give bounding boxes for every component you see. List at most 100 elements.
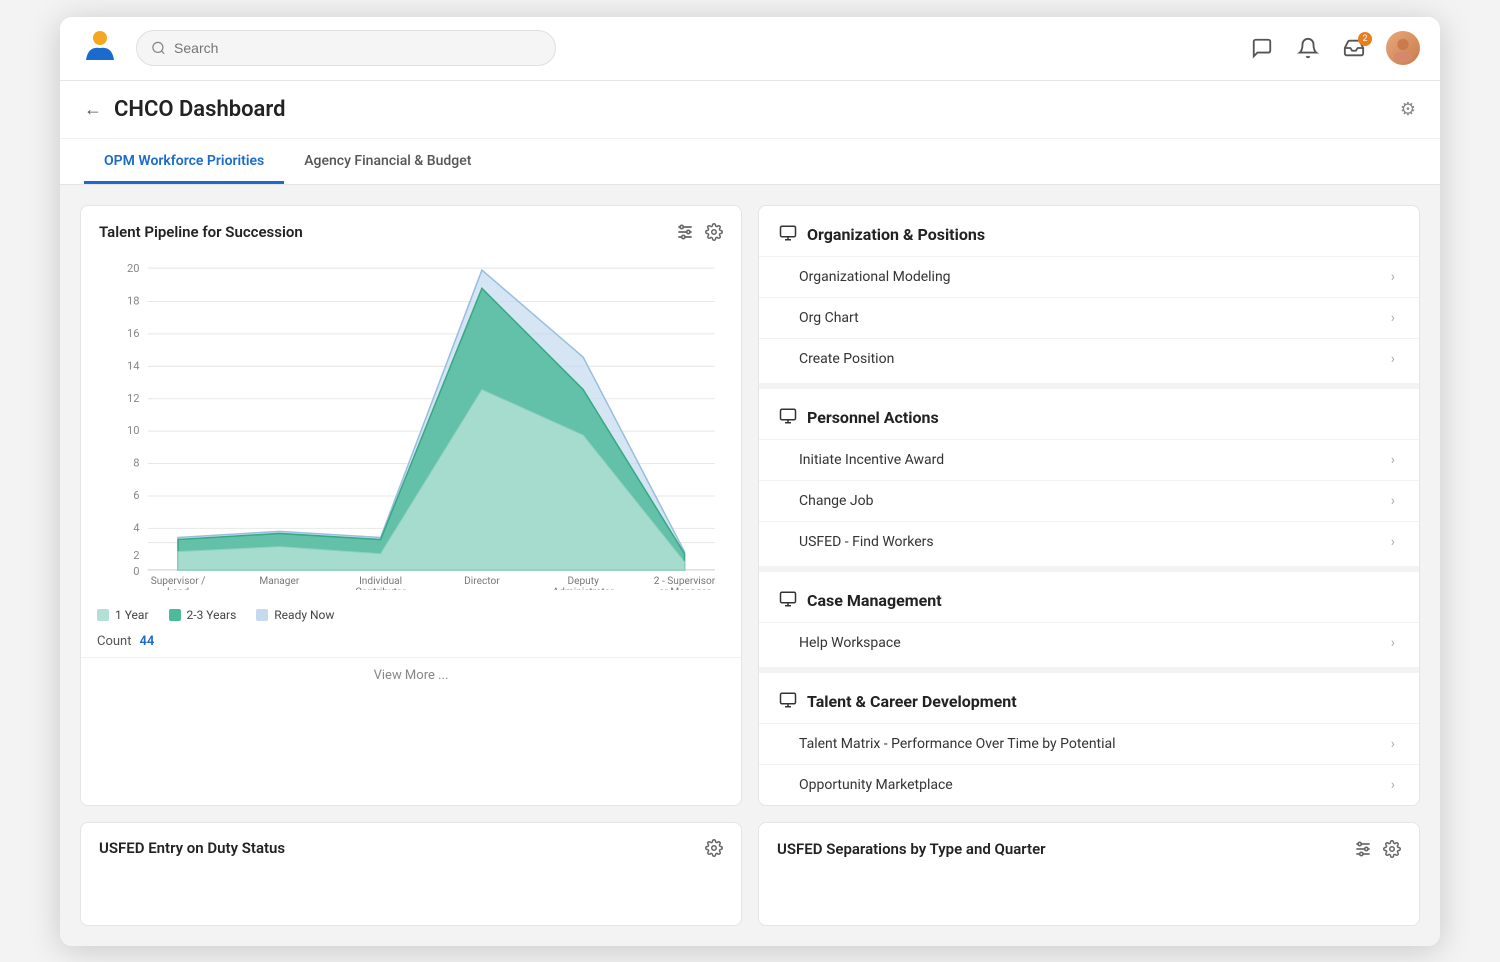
svg-text:8: 8: [133, 456, 139, 469]
inbox-icon-button[interactable]: 2: [1340, 34, 1368, 62]
chevron-right-icon: ›: [1391, 736, 1395, 752]
personnel-actions-title: Personnel Actions: [807, 408, 939, 427]
chevron-right-icon: ›: [1391, 351, 1395, 367]
talent-pipeline-header: Talent Pipeline for Succession: [81, 206, 741, 250]
menu-help-workspace[interactable]: Help Workspace ›: [759, 622, 1419, 663]
chevron-right-icon: ›: [1391, 269, 1395, 285]
menu-org-chart-label: Org Chart: [799, 310, 859, 326]
chevron-right-icon: ›: [1391, 534, 1395, 550]
legend-1year: 1 Year: [97, 608, 149, 622]
tab-agency-financial[interactable]: Agency Financial & Budget: [284, 139, 491, 184]
view-more-button[interactable]: View More ...: [81, 657, 741, 693]
chevron-right-icon: ›: [1391, 452, 1395, 468]
content-area: Talent Pipeline for Succession: [60, 185, 1440, 946]
page-header: ← CHCO Dashboard ⚙: [60, 81, 1440, 139]
usfed-separations-title: USFED Separations by Type and Quarter: [777, 840, 1046, 858]
menu-org-chart[interactable]: Org Chart ›: [759, 297, 1419, 338]
usfed-separations-actions: [1353, 839, 1401, 859]
back-button[interactable]: ←: [84, 99, 102, 120]
org-positions-icon: [779, 224, 797, 246]
svg-text:2: 2: [133, 548, 139, 561]
legend-label-readynow: Ready Now: [274, 608, 334, 622]
svg-text:20: 20: [127, 262, 140, 275]
user-avatar[interactable]: [1386, 31, 1420, 65]
search-bar[interactable]: [136, 30, 556, 66]
svg-text:14: 14: [127, 359, 140, 372]
usfed-entry-gear-icon[interactable]: [705, 839, 723, 857]
svg-text:12: 12: [127, 391, 140, 404]
legend-dot-1year: [97, 609, 109, 621]
usfed-entry-duty-card: USFED Entry on Duty Status: [80, 822, 742, 926]
nav-icons: 2: [1248, 31, 1420, 65]
usfed-entry-actions: [705, 839, 723, 857]
menu-initiate-incentive-award[interactable]: Initiate Incentive Award ›: [759, 439, 1419, 480]
menu-help-workspace-label: Help Workspace: [799, 635, 901, 651]
svg-text:Contributor: Contributor: [355, 587, 406, 590]
search-input[interactable]: [174, 40, 541, 56]
legend-2-3years: 2-3 Years: [169, 608, 237, 622]
org-positions-section-header: Organization & Positions: [759, 206, 1419, 256]
svg-text:Director: Director: [464, 576, 500, 587]
case-management-icon: [779, 590, 797, 612]
top-navigation: 2: [60, 17, 1440, 81]
menu-organizational-modeling[interactable]: Organizational Modeling ›: [759, 256, 1419, 297]
tab-opm-workforce[interactable]: OPM Workforce Priorities: [84, 139, 284, 184]
menu-create-position[interactable]: Create Position ›: [759, 338, 1419, 379]
talent-career-section-header: Talent & Career Development: [759, 667, 1419, 723]
workday-logo[interactable]: [80, 28, 120, 68]
menu-usfed-find-workers[interactable]: USFED - Find Workers ›: [759, 521, 1419, 562]
count-row: Count 44: [81, 630, 741, 657]
usfed-entry-title: USFED Entry on Duty Status: [99, 839, 285, 857]
svg-text:Manager: Manager: [259, 576, 299, 587]
svg-text:2 - Supervisor: 2 - Supervisor: [654, 576, 716, 587]
chart-settings-icon[interactable]: [675, 222, 695, 242]
menu-create-position-label: Create Position: [799, 351, 894, 367]
svg-text:0: 0: [133, 564, 139, 577]
svg-text:Administrator: Administrator: [553, 587, 615, 590]
menu-change-job[interactable]: Change Job ›: [759, 480, 1419, 521]
sep-gear-icon[interactable]: [1383, 840, 1401, 858]
chart-legend: 1 Year 2-3 Years Ready Now: [81, 600, 741, 630]
svg-text:Individual: Individual: [359, 576, 402, 587]
right-panel: Organization & Positions Organizational …: [758, 205, 1420, 806]
talent-career-icon: [779, 691, 797, 713]
menu-opportunity-marketplace[interactable]: Opportunity Marketplace ›: [759, 764, 1419, 805]
chart-svg: 20 18 16 14 12 10 8 6 4 2 0: [97, 250, 725, 590]
menu-talent-matrix[interactable]: Talent Matrix - Performance Over Time by…: [759, 723, 1419, 764]
menu-usfed-find-workers-label: USFED - Find Workers: [799, 534, 934, 550]
count-label: Count: [97, 634, 131, 649]
svg-text:Supervisor /: Supervisor /: [151, 576, 206, 587]
tab-bar: OPM Workforce Priorities Agency Financia…: [60, 139, 1440, 185]
svg-text:18: 18: [127, 294, 140, 307]
svg-text:6: 6: [133, 489, 139, 502]
svg-text:Deputy: Deputy: [568, 576, 600, 587]
sep-chart-settings-icon[interactable]: [1353, 839, 1373, 859]
usfed-entry-header: USFED Entry on Duty Status: [81, 823, 741, 865]
personnel-actions-section-header: Personnel Actions: [759, 383, 1419, 439]
inbox-badge: 2: [1358, 32, 1372, 46]
settings-icon-button[interactable]: ⚙: [1400, 99, 1416, 120]
menu-organizational-modeling-label: Organizational Modeling: [799, 269, 951, 285]
usfed-entry-content: [81, 865, 741, 925]
legend-label-2-3years: 2-3 Years: [187, 608, 237, 622]
messages-icon-button[interactable]: [1248, 34, 1276, 62]
svg-text:or Manager: or Manager: [659, 587, 711, 590]
menu-change-job-label: Change Job: [799, 493, 874, 509]
menu-talent-matrix-label: Talent Matrix - Performance Over Time by…: [799, 736, 1116, 752]
chevron-right-icon: ›: [1391, 777, 1395, 793]
legend-label-1year: 1 Year: [115, 608, 149, 622]
svg-text:16: 16: [127, 326, 140, 339]
app-window: 2 ← CHCO Dashboard ⚙ OPM Workforce Prior…: [60, 17, 1440, 946]
talent-pipeline-gear-icon[interactable]: [705, 223, 723, 241]
legend-dot-readynow: [256, 609, 268, 621]
menu-opportunity-marketplace-label: Opportunity Marketplace: [799, 777, 953, 793]
usfed-separations-header: USFED Separations by Type and Quarter: [759, 823, 1419, 867]
case-management-section-header: Case Management: [759, 566, 1419, 622]
svg-text:10: 10: [127, 424, 140, 437]
legend-dot-2-3years: [169, 609, 181, 621]
notifications-icon-button[interactable]: [1294, 34, 1322, 62]
chevron-right-icon: ›: [1391, 493, 1395, 509]
chevron-right-icon: ›: [1391, 635, 1395, 651]
svg-text:Lead: Lead: [167, 587, 189, 590]
talent-career-title: Talent & Career Development: [807, 692, 1017, 711]
